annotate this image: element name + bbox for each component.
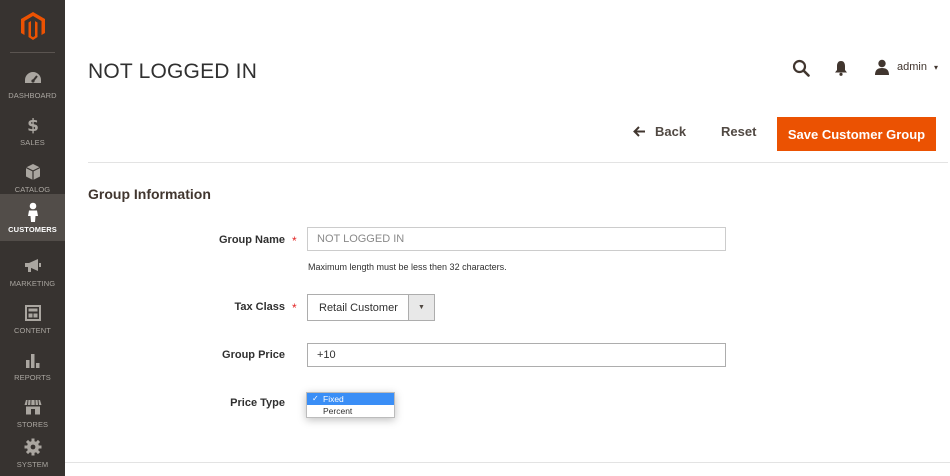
nav-label: CATALOG: [14, 185, 51, 194]
gauge-icon: [23, 68, 43, 88]
required-marker: *: [292, 234, 297, 248]
arrow-left-icon: [633, 126, 645, 137]
price-type-dropdown[interactable]: ✓ Fixed Percent: [306, 392, 395, 418]
dollar-icon: $: [23, 115, 43, 135]
group-name-label: Group Name: [218, 234, 285, 246]
divider: [88, 162, 948, 163]
chevron-down-icon: ▾: [933, 62, 938, 72]
cube-icon: [23, 162, 43, 182]
magento-logo-icon: [20, 12, 45, 40]
price-type-label: Price Type: [230, 397, 285, 409]
nav-item-content[interactable]: CONTENT: [0, 295, 65, 342]
nav-item-dashboard[interactable]: DASHBOARD: [0, 60, 65, 107]
user-name: admin: [897, 61, 927, 73]
tax-class-value: Retail Customer: [319, 301, 398, 314]
nav-item-reports[interactable]: REPORTS: [0, 342, 65, 389]
checkmark-icon: ✓: [312, 394, 319, 403]
admin-sidebar: DASHBOARD $ SALES CATALOG CUSTOMERS MARK…: [0, 0, 65, 476]
megaphone-icon: [23, 256, 43, 276]
person-icon: [23, 202, 43, 222]
logo-divider: [10, 52, 55, 53]
magento-logo[interactable]: [0, 0, 65, 52]
nav-item-customers[interactable]: CUSTOMERS: [0, 194, 65, 241]
chevron-down-icon[interactable]: ▼: [408, 295, 434, 320]
search-icon[interactable]: [791, 58, 811, 78]
group-price-input[interactable]: [307, 343, 726, 367]
bell-icon[interactable]: [831, 58, 851, 78]
nav-item-marketing[interactable]: MARKETING: [0, 248, 65, 295]
save-customer-group-button[interactable]: Save Customer Group: [777, 117, 936, 151]
nav-label: SYSTEM: [16, 460, 49, 469]
page-title: NOT LOGGED IN: [88, 60, 258, 83]
option-label: Percent: [323, 406, 353, 416]
nav-label: STORES: [16, 420, 49, 429]
nav-label: DASHBOARD: [8, 91, 57, 100]
bar-chart-icon: [23, 350, 43, 370]
price-type-option-percent[interactable]: Percent: [307, 405, 394, 417]
group-name-input[interactable]: [307, 227, 726, 251]
group-price-label: Group Price: [222, 349, 285, 361]
price-type-option-fixed[interactable]: ✓ Fixed: [307, 393, 394, 405]
tax-class-label: Tax Class: [234, 301, 285, 313]
nav-label: REPORTS: [14, 373, 51, 382]
nav-label: MARKETING: [9, 279, 56, 288]
section-title: Group Information: [88, 186, 211, 202]
gear-icon: [23, 437, 43, 457]
required-marker: *: [292, 301, 297, 315]
user-icon: [875, 59, 889, 75]
nav-item-system[interactable]: SYSTEM: [0, 429, 65, 476]
storefront-icon: [23, 397, 43, 417]
tax-class-select[interactable]: Retail Customer ▼: [307, 294, 435, 321]
back-button[interactable]: Back: [633, 124, 686, 139]
group-name-note: Maximum length must be less then 32 char…: [308, 262, 507, 272]
nav-item-sales[interactable]: $ SALES: [0, 107, 65, 154]
back-button-label: Back: [655, 124, 687, 139]
reset-button[interactable]: Reset: [721, 124, 756, 139]
nav-label: SALES: [20, 138, 45, 147]
nav-label: CONTENT: [14, 326, 51, 335]
option-label: Fixed: [323, 394, 344, 404]
nav-label: CUSTOMERS: [8, 225, 57, 234]
user-menu[interactable]: admin ▾: [874, 59, 938, 75]
svg-text:$: $: [27, 116, 39, 134]
divider: [65, 462, 950, 463]
layout-icon: [23, 303, 43, 323]
